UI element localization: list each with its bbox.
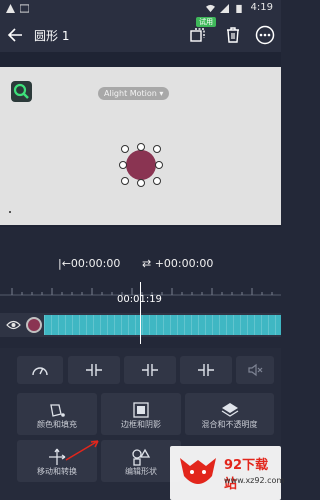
- handle-bottom[interactable]: [137, 179, 145, 187]
- layer-clip[interactable]: [44, 315, 281, 335]
- mute-button[interactable]: [236, 356, 274, 384]
- shapes-icon: [132, 448, 151, 466]
- editor-header: 圆形 1 试用: [0, 17, 281, 52]
- handle-bottom-left[interactable]: [121, 177, 129, 185]
- mute-icon: [248, 363, 263, 377]
- handle-right[interactable]: [155, 161, 163, 169]
- blend-opacity-label: 混合和不透明度: [201, 420, 258, 429]
- start-time[interactable]: |←00:00:00: [58, 257, 120, 270]
- status-bar: 4:19: [0, 0, 281, 18]
- split-right-icon: [198, 364, 214, 376]
- wifi-icon: [206, 4, 215, 13]
- playhead[interactable]: [140, 282, 141, 344]
- move-transform-label: 移动和转换: [37, 467, 77, 476]
- duration-offset[interactable]: ⇄ +00:00:00: [142, 257, 213, 270]
- back-arrow-icon[interactable]: [6, 25, 26, 45]
- composition-canvas[interactable]: Alight Motion ▾: [0, 67, 281, 225]
- border-shadow-button[interactable]: 边框和阴影: [101, 393, 181, 435]
- layer-thumbnail[interactable]: [26, 317, 42, 333]
- handle-top[interactable]: [137, 143, 145, 151]
- preview-area: Alight Motion ▾: [0, 52, 281, 227]
- handle-top-right[interactable]: [153, 145, 161, 153]
- layers-icon: [221, 403, 238, 417]
- time-row: |←00:00:00 ⇄ +00:00:00: [0, 252, 281, 276]
- circle-shape[interactable]: [126, 150, 156, 180]
- split-center-icon: [142, 364, 158, 376]
- site-url: www.xz92.com: [224, 476, 285, 485]
- trash-icon[interactable]: [223, 25, 243, 45]
- split-right-button[interactable]: [180, 356, 232, 384]
- site-watermark: 92下载站 www.xz92.com: [170, 446, 285, 500]
- alight-motion-watermark[interactable]: Alight Motion ▾: [98, 87, 170, 100]
- edit-shape-button[interactable]: 编辑形状: [101, 440, 181, 482]
- split-left-icon: [86, 364, 102, 376]
- image-icon: [20, 4, 29, 13]
- more-icon[interactable]: [255, 25, 275, 45]
- selected-circle-shape[interactable]: [119, 143, 163, 187]
- speed-button[interactable]: [17, 356, 63, 384]
- site-name: 92下载站: [224, 458, 269, 492]
- bucket-icon: [50, 404, 65, 417]
- fox-logo-icon: [180, 458, 216, 484]
- speedometer-icon: [32, 367, 48, 376]
- handle-bottom-right[interactable]: [153, 177, 161, 185]
- clock: 4:19: [250, 2, 273, 13]
- split-center-button[interactable]: [124, 356, 176, 384]
- layer-title[interactable]: 圆形 1: [34, 27, 69, 44]
- color-fill-button[interactable]: 颜色和填充: [17, 393, 97, 435]
- alert-icon: [6, 4, 15, 13]
- handle-top-left[interactable]: [121, 145, 129, 153]
- border-icon: [133, 402, 149, 418]
- pointer-arrow-annotation: [65, 440, 99, 461]
- edit-shape-label: 编辑形状: [125, 467, 157, 476]
- signal-icon: [220, 4, 229, 13]
- border-shadow-label: 边框和阴影: [121, 420, 161, 429]
- blend-opacity-button[interactable]: 混合和不透明度: [185, 393, 274, 435]
- color-fill-label: 颜色和填充: [37, 420, 77, 429]
- canvas-marker: [9, 211, 11, 213]
- split-left-button[interactable]: [68, 356, 120, 384]
- zoom-badge[interactable]: [11, 81, 32, 102]
- handle-left[interactable]: [119, 161, 127, 169]
- eye-icon[interactable]: [6, 319, 21, 331]
- battery-icon: [236, 4, 242, 13]
- magnifier-icon: [13, 83, 29, 99]
- copy-icon[interactable]: [188, 25, 208, 45]
